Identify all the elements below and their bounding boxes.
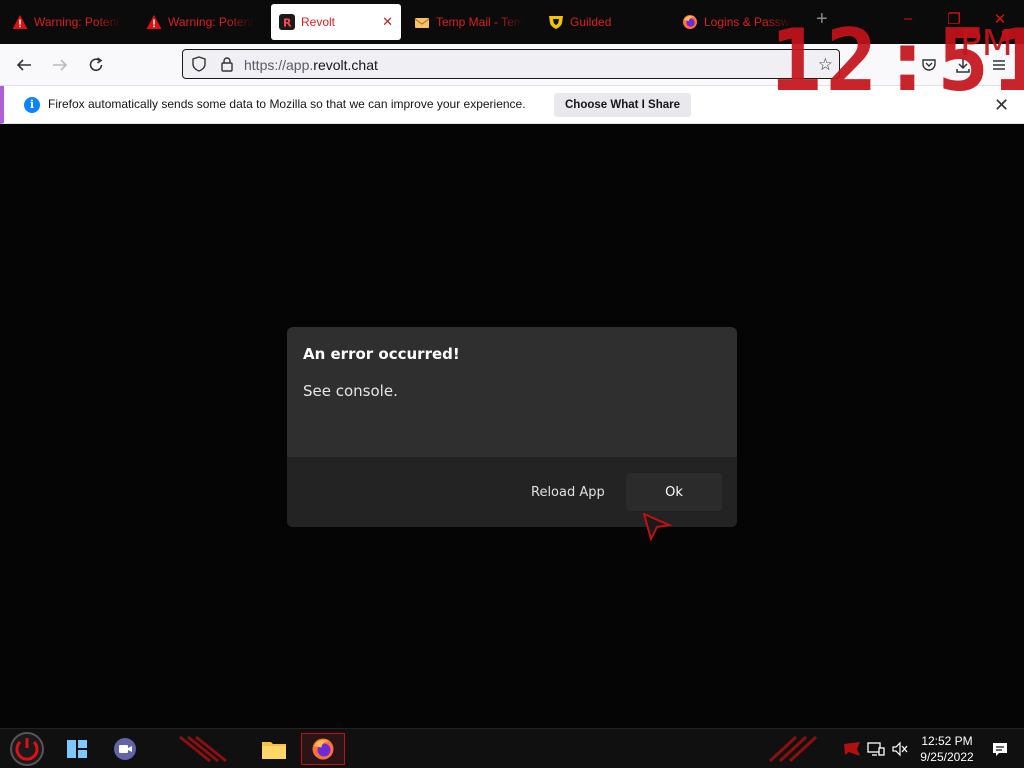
error-dialog: An error occurred! See console. Reload A… [287, 327, 737, 527]
msi-dragon-icon[interactable] [842, 739, 862, 759]
maximize-button[interactable]: ❐ [942, 10, 966, 28]
url-bar[interactable]: https://app.revolt.chat ☆ [182, 49, 840, 79]
tab-title: Warning: Potential [168, 15, 254, 29]
lock-icon[interactable] [219, 56, 235, 77]
forward-button[interactable] [48, 53, 72, 77]
guilded-logo-icon [548, 14, 564, 30]
navigation-toolbar: https://app.revolt.chat ☆ [0, 44, 1024, 86]
mouse-cursor-icon [643, 513, 673, 542]
notification-close-icon[interactable]: ✕ [994, 95, 1009, 116]
minimize-button[interactable]: – [896, 10, 920, 27]
tab-title: Guilded [570, 15, 612, 29]
meet-now-button[interactable] [108, 733, 142, 765]
taskbar-time: 12:52 PM [921, 734, 973, 748]
task-view-button[interactable] [60, 733, 94, 765]
pocket-button[interactable] [918, 54, 940, 76]
download-icon [956, 58, 970, 73]
file-explorer-button[interactable] [257, 733, 291, 765]
action-center-icon [993, 743, 1007, 756]
forward-arrow-icon [53, 59, 68, 71]
taskbar: 12:52 PM 9/25/2022 [0, 728, 1024, 768]
desktop: Warning: Potential Warning: Potential R … [0, 0, 1024, 768]
reload-app-button[interactable]: Reload App [519, 474, 617, 510]
tab-title: Warning: Potential [34, 15, 122, 29]
back-arrow-icon [16, 59, 31, 71]
back-button[interactable] [12, 53, 36, 77]
tab-strip: Warning: Potential Warning: Potential R … [0, 0, 1024, 44]
taskbar-date: 9/25/2022 [920, 750, 974, 764]
warning-icon [12, 14, 28, 30]
tab-warning-1[interactable]: Warning: Potential [4, 4, 130, 40]
new-tab-button[interactable]: + [816, 8, 828, 31]
reload-icon [89, 57, 103, 71]
url-domain: revolt.chat [313, 57, 378, 73]
data-collection-notification-bar: i Firefox automatically sends some data … [0, 86, 1024, 124]
ok-button[interactable]: Ok [626, 473, 722, 511]
tab-revolt[interactable]: R Revolt ✕ [271, 4, 401, 40]
choose-what-i-share-button[interactable]: Choose What I Share [554, 93, 692, 117]
tab-logins[interactable]: Logins & Passwords [674, 4, 800, 40]
menu-button[interactable] [988, 54, 1010, 76]
meet-icon [114, 738, 136, 760]
tab-close-icon[interactable]: ✕ [382, 14, 393, 30]
hamburger-menu-icon [993, 60, 1005, 70]
firefox-icon [312, 738, 334, 760]
reload-button[interactable] [84, 53, 108, 77]
firefox-taskbar-button[interactable] [301, 733, 345, 765]
bookmark-star-icon[interactable]: ☆ [818, 55, 833, 75]
close-window-button[interactable]: ✕ [988, 10, 1012, 28]
tab-title: Revolt [301, 15, 336, 29]
url-text[interactable]: https://app.revolt.chat [244, 57, 378, 73]
notification-center-button[interactable] [990, 739, 1010, 759]
taskbar-decoration [179, 735, 227, 763]
volume-muted-icon[interactable] [890, 739, 910, 759]
warning-icon [146, 14, 162, 30]
tab-temp-mail[interactable]: Temp Mail - Temporary [406, 4, 532, 40]
taskbar-clock[interactable]: 12:52 PM 9/25/2022 [914, 733, 980, 765]
info-icon: i [24, 97, 40, 113]
firefox-icon [682, 14, 698, 30]
pocket-icon [922, 59, 936, 71]
downloads-button[interactable] [952, 54, 974, 76]
start-button[interactable] [8, 730, 46, 768]
page-content: An error occurred! See console. Reload A… [0, 125, 1024, 728]
network-icon[interactable] [866, 739, 886, 759]
url-prefix: https://app. [244, 57, 314, 73]
taskbar-decoration [768, 735, 818, 763]
power-icon [10, 732, 44, 766]
file-explorer-icon [262, 742, 286, 759]
tab-guilded[interactable]: Guilded [540, 4, 664, 40]
mail-icon [414, 14, 430, 30]
dialog-message: See console. [303, 382, 398, 400]
tracking-protection-shield-icon[interactable] [191, 56, 207, 77]
tab-warning-2[interactable]: Warning: Potential [138, 4, 262, 40]
revolt-logo-icon: R [279, 14, 295, 30]
tab-title: Logins & Passwords [704, 15, 792, 29]
dialog-title: An error occurred! [303, 345, 460, 363]
svg-text:R: R [283, 17, 292, 30]
task-view-icon [67, 740, 87, 758]
notification-text: Firefox automatically sends some data to… [48, 97, 526, 111]
tab-title: Temp Mail - Temporary [436, 15, 524, 29]
